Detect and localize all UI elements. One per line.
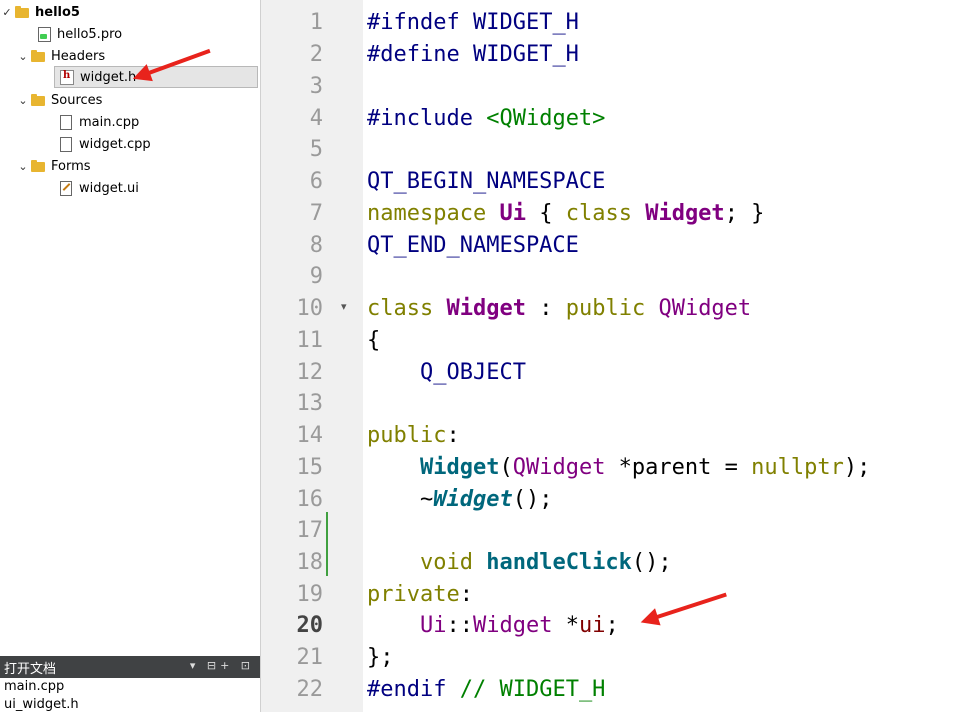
tree-item-main-cpp[interactable]: main.cpp [58, 111, 139, 133]
tree-item-project[interactable]: ✓ hello5 [0, 1, 80, 23]
code-line: { [367, 328, 381, 353]
code-line: #define WIDGET_H [367, 42, 579, 67]
line-number: 22 [296, 677, 324, 702]
code-line: QT_BEGIN_NAMESPACE [367, 169, 606, 194]
line-number: 12 [296, 360, 324, 385]
code-line: public: [367, 423, 460, 448]
tree-item-project-file[interactable]: hello5.pro [22, 23, 122, 45]
chevron-down-icon[interactable]: ✓ [0, 6, 14, 19]
folder-icon [30, 48, 46, 64]
code-line: namespace Ui { class Widget; } [367, 201, 765, 226]
tree-item-widget-cpp[interactable]: widget.cpp [58, 133, 151, 155]
file-icon [58, 136, 74, 152]
code-line: Ui::Widget *ui; [419, 613, 619, 638]
line-number: 2 [309, 42, 323, 67]
tree-item-label: main.cpp [79, 114, 140, 130]
line-number: 4 [309, 106, 323, 131]
code-line: void handleClick(); [419, 550, 672, 575]
fold-marker-icon[interactable]: ▾ [341, 300, 347, 313]
code-line: Q_OBJECT [419, 360, 526, 385]
tree-item-forms[interactable]: ⌄ Forms [16, 155, 91, 177]
list-item[interactable]: ui_widget.h [4, 696, 79, 714]
code-line: class Widget : public QWidget [367, 296, 752, 321]
header-file-icon [59, 69, 75, 85]
tree-item-sources[interactable]: ⌄ Sources [16, 89, 102, 111]
line-number: 7 [309, 201, 323, 226]
project-folder-icon [14, 4, 30, 20]
tree-item-label: widget.ui [79, 180, 139, 196]
line-number: 10 [296, 296, 324, 321]
tree-item-label: Forms [51, 158, 91, 174]
tree-item-label: hello5.pro [57, 26, 123, 42]
tree-item-label: Headers [51, 48, 106, 64]
list-item[interactable]: main.cpp [4, 678, 64, 696]
folder-icon [30, 92, 46, 108]
folder-icon [30, 158, 46, 174]
code-line: ~Widget(); [419, 487, 553, 512]
modified-line-marker [326, 512, 328, 576]
code-line: QT_END_NAMESPACE [367, 233, 579, 258]
tree-item-label: Sources [51, 92, 103, 108]
line-number: 19 [296, 582, 324, 607]
tree-item-widget-ui[interactable]: widget.ui [58, 177, 139, 199]
code-line: #include <QWidget> [367, 106, 606, 131]
chevron-down-icon[interactable]: ⌄ [16, 50, 30, 63]
code-line: Widget(QWidget *parent = nullptr); [419, 455, 871, 480]
open-documents-header: 打开文档 ▾ ⊟+ ⊡ [0, 656, 260, 678]
ui-file-icon [58, 180, 74, 196]
code-line: #endif // WIDGET_H [367, 677, 606, 702]
file-icon [58, 114, 74, 130]
line-number: 11 [296, 328, 324, 353]
line-number: 3 [309, 74, 323, 99]
line-number: 5 [309, 137, 323, 162]
line-number: 21 [296, 645, 324, 670]
line-number: 20 [296, 613, 324, 638]
tree-item-label: hello5 [35, 4, 80, 20]
line-number: 14 [296, 423, 324, 448]
code-line: }; [367, 645, 394, 670]
tree-item-label: widget.cpp [79, 136, 151, 152]
line-number: 9 [309, 264, 323, 289]
line-number: 16 [296, 487, 324, 512]
line-number: 15 [296, 455, 324, 480]
open-documents-title: 打开文档 [4, 661, 57, 677]
chevron-down-icon[interactable]: ⌄ [16, 160, 30, 173]
tree-item-label: widget.h [80, 69, 137, 85]
line-number: 6 [309, 169, 323, 194]
line-number: 1 [309, 10, 323, 35]
line-number: 18 [296, 550, 324, 575]
panel-controls[interactable]: ▾ ⊟+ ⊡ [190, 659, 254, 672]
project-tree-panel: ✓ hello5 hello5.pro ⌄ Headers widget.h ⌄… [0, 0, 261, 712]
code-line: private: [367, 582, 473, 607]
code-editor[interactable]: #ifndef WIDGET_H #define WIDGET_H #inclu… [363, 0, 964, 712]
line-number: 17 [296, 518, 324, 543]
code-line: #ifndef WIDGET_H [367, 10, 579, 35]
chevron-down-icon[interactable]: ⌄ [16, 94, 30, 107]
open-documents-list: main.cpp ui_widget.h [0, 678, 260, 712]
tree-item-headers[interactable]: ⌄ Headers [16, 45, 105, 67]
line-number: 8 [309, 233, 323, 258]
pro-file-icon [36, 26, 52, 42]
line-number: 13 [296, 391, 324, 416]
